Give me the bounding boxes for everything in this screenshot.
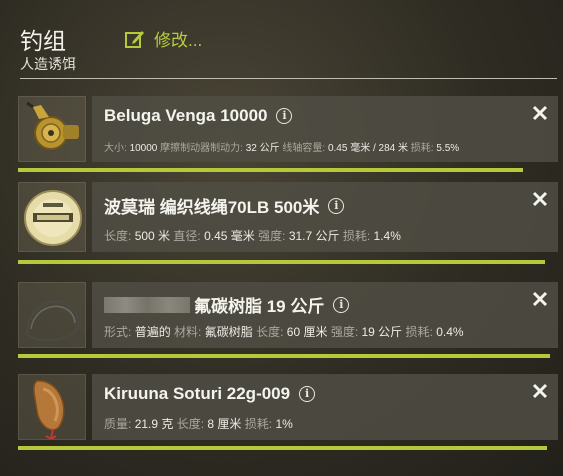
rig-type-subtitle: 人造诱饵 xyxy=(20,56,76,72)
spoon-lure-icon xyxy=(33,380,65,439)
remove-button[interactable] xyxy=(532,191,548,207)
info-icon[interactable]: i xyxy=(276,108,293,124)
durability-bar xyxy=(18,446,547,450)
durability-bar xyxy=(18,168,523,172)
edit-button[interactable]: 修改... xyxy=(124,26,202,51)
remove-button[interactable] xyxy=(532,383,548,399)
page-title: 钓组 xyxy=(20,28,66,54)
item-panel: Beluga Venga 10000 i 大小: 10000 摩擦制动器制动力:… xyxy=(92,96,558,162)
rig-item-line[interactable]: 波莫瑞 编织线绳70LB 500米 i 长度: 500 米 直径: 0.45 毫… xyxy=(18,182,558,268)
item-panel: 波莫瑞 编织线绳70LB 500米 i 长度: 500 米 直径: 0.45 毫… xyxy=(92,182,558,252)
line-spool-icon xyxy=(24,190,82,246)
item-name: Beluga Venga 10000 xyxy=(104,106,268,125)
info-icon[interactable]: i xyxy=(299,386,316,402)
durability-bar xyxy=(18,260,545,264)
item-stats: 质量: 21.9 克 长度: 8 厘米 损耗: 1% xyxy=(104,417,293,431)
item-name: 波莫瑞 编织线绳70LB 500米 xyxy=(104,198,320,217)
item-stats: 形式: 普遍的 材料: 氟碳树脂 长度: 60 厘米 强度: 19 公斤 损耗:… xyxy=(104,325,464,339)
info-icon[interactable]: i xyxy=(333,296,350,313)
leader-icon xyxy=(25,300,81,342)
item-stats: 长度: 500 米 直径: 0.45 毫米 强度: 31.7 公斤 损耗: 1.… xyxy=(104,229,401,243)
rig-header: 钓组 人造诱饵 修改... xyxy=(20,20,557,79)
rig-item-reel[interactable]: Beluga Venga 10000 i 大小: 10000 摩擦制动器制动力:… xyxy=(18,96,558,176)
lure-thumbnail xyxy=(18,374,86,440)
rig-item-leader[interactable]: 氟碳树脂 19 公斤 i 形式: 普遍的 材料: 氟碳树脂 长度: 60 厘米 … xyxy=(18,282,558,362)
redacted-brand xyxy=(104,296,190,313)
line-thumbnail xyxy=(18,182,86,252)
item-stats: 大小: 10000 摩擦制动器制动力: 32 公斤 线轴容量: 0.45 毫米 … xyxy=(104,143,460,154)
item-panel: Kiruuna Soturi 22g-009 i 质量: 21.9 克 长度: … xyxy=(92,374,558,440)
leader-thumbnail xyxy=(18,282,86,348)
item-panel: 氟碳树脂 19 公斤 i 形式: 普遍的 材料: 氟碳树脂 长度: 60 厘米 … xyxy=(92,282,558,348)
remove-button[interactable] xyxy=(532,105,548,121)
rig-item-lure[interactable]: Kiruuna Soturi 22g-009 i 质量: 21.9 克 长度: … xyxy=(18,374,558,454)
close-icon xyxy=(532,291,548,307)
info-icon[interactable]: i xyxy=(328,197,345,214)
reel-thumbnail xyxy=(18,96,86,162)
durability-bar xyxy=(18,354,550,358)
close-icon xyxy=(532,383,548,399)
close-icon xyxy=(532,191,548,207)
close-icon xyxy=(532,105,548,121)
reel-icon xyxy=(26,101,79,150)
edit-label: 修改... xyxy=(154,31,203,50)
remove-button[interactable] xyxy=(532,291,548,307)
item-name: 氟碳树脂 19 公斤 xyxy=(194,297,325,316)
edit-icon xyxy=(125,30,144,48)
item-name: Kiruuna Soturi 22g-009 xyxy=(104,384,291,403)
